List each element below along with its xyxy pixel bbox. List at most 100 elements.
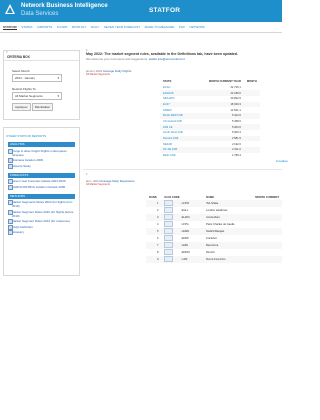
report-link[interactable]: Market Segment Rules 2016 (for flights b… [8, 209, 75, 218]
icao-code[interactable]: LFPM [178, 200, 204, 208]
nav-flows[interactable]: FLOWS [57, 25, 68, 29]
airport-name: Frankfurt [206, 237, 217, 241]
icao-code[interactable]: EDDM [179, 249, 203, 256]
nav-phx[interactable]: PHX [179, 25, 185, 29]
airport-value [252, 235, 282, 242]
report-link[interactable]: Cargo & other freight Flights in Europea… [8, 148, 75, 157]
states-chart-link[interactable]: Average Daily Flights [103, 69, 131, 73]
reset-button[interactable]: Réinitialiser [31, 103, 54, 111]
eurocontrol-logo-icon[interactable] [4, 3, 16, 15]
document-icon [8, 209, 13, 215]
table-row: 8 EDDM Munich [146, 249, 282, 256]
airport-value [252, 228, 282, 236]
document-icon [8, 230, 13, 235]
airport-value [252, 214, 282, 222]
icao-code[interactable]: LIRF [178, 256, 204, 264]
airport-value [252, 221, 282, 228]
airport-value [252, 207, 282, 214]
apply-button[interactable]: Appliquer [12, 103, 31, 111]
collapse-icon[interactable]: ▾ [86, 172, 282, 176]
nav-statfor[interactable]: STATFOR [3, 25, 17, 30]
document-icon [8, 158, 13, 163]
document-icon [8, 148, 13, 154]
nav-seven-year-forecast[interactable]: SEVEN YEAR FORECAST [104, 25, 140, 29]
report-link[interactable]: Market Segments Rules 2023 (for flights … [8, 200, 75, 208]
rank-cell: 1 [146, 200, 162, 208]
document-icon [8, 224, 13, 230]
analysis-section: ANALYSIS Cargo & other freight Flights i… [8, 142, 75, 169]
icao-code[interactable]: LEBL [178, 242, 204, 250]
airport-name: Barcelona [203, 242, 253, 250]
nav-daily[interactable]: DAILY [91, 25, 99, 29]
rank-cell: 2 [156, 209, 159, 213]
brand-title: Network Business Intelligence [21, 3, 108, 9]
states-chart-subtitle: All Market Segments [86, 72, 110, 76]
flag-icon [161, 228, 179, 236]
announcement-subtext: We welcome your comments and suggestions… [86, 56, 185, 61]
section-title: ANALYSIS [8, 142, 75, 147]
table-row: 4 LFPG Paris Charles de Gaulle [146, 221, 282, 228]
airport-value [252, 200, 282, 208]
rank-cell: 8 [156, 251, 159, 255]
icao-code[interactable]: LEMD [178, 228, 204, 236]
icao-code[interactable]: EHAM [178, 214, 204, 222]
airport-name: ISA hitalia [203, 200, 253, 208]
document-icon [8, 184, 13, 190]
report-link[interactable]: FAQs Definition [8, 224, 75, 230]
divider [83, 169, 282, 171]
rank-cell: 6 [156, 237, 159, 241]
report-link[interactable]: Glossary [8, 230, 75, 235]
report-link[interactable]: Market Segment Rules 2013 (for reference… [8, 219, 75, 224]
rank-cell: 7 [146, 242, 162, 250]
methods-section: METHODS Market Segments Rules 2023 (for … [8, 193, 75, 235]
flag-icon [161, 242, 179, 250]
sidebar: ▾ CRITERIA BOX Select Month 2024 - Janua… [3, 50, 80, 276]
month-select[interactable]: 2024 - January ▾ [12, 74, 62, 82]
restrict-label: Restrict Flights To [12, 87, 36, 91]
more-link[interactable]: Actualiser [86, 159, 288, 163]
airports-table: RANK ICAO CODE NAME MONTH CURRENT 1 LFPM I… [146, 194, 282, 264]
nav-made-to-measure[interactable]: MADE-TO-MEASURE [145, 25, 175, 29]
nav-airports[interactable]: AIRPORTS [37, 25, 52, 29]
rank-cell: 4 [156, 223, 159, 227]
icao-code[interactable]: EDDF [179, 235, 203, 242]
airports-chart-subtitle: All Market Segments [86, 183, 110, 187]
criteria-header: ▾ CRITERIA BOX [4, 50, 79, 61]
flag-icon [161, 214, 179, 222]
header-bar: Network Business Intelligence Data Servi… [0, 0, 282, 22]
nav-states[interactable]: STATES [21, 25, 32, 29]
flag-icon [161, 207, 178, 214]
airport-name: Madrid Barajas [203, 228, 253, 236]
airport-value [252, 242, 282, 250]
email-link[interactable]: statfor.info@eurocontrol.int [149, 57, 185, 61]
report-link[interactable]: Seven Year Forecast Update 2023-2029 [8, 179, 75, 184]
flag-icon [161, 249, 178, 256]
report-link[interactable]: EUROCONTROL Aviation Outlook 2050 [8, 184, 75, 190]
brand-subtitle: Data Services [21, 11, 59, 17]
report-link[interactable]: Business Aviation 2009 [8, 158, 75, 163]
document-icon [8, 200, 13, 205]
table-row: 3 EHAM Amsterdam [146, 214, 282, 222]
airport-value [252, 249, 282, 256]
table-row: 2 EGLL London Heathrow [146, 207, 282, 214]
icao-code[interactable]: LFPG [179, 221, 203, 228]
forecasts-section: FORECASTS Seven Year Forecast Update 202… [8, 172, 75, 190]
flag-icon [161, 221, 178, 228]
restrict-select[interactable]: All Market Segments ▾ [12, 92, 62, 100]
top-nav: STATFOR STATES AIRPORTS FLOWS MONTHLY DA… [0, 22, 282, 33]
airport-value [252, 256, 282, 264]
nav-monthly[interactable]: MONTHLY [72, 25, 86, 29]
chevron-down-icon: ▾ [57, 76, 59, 80]
collapse-icon[interactable]: ▾ [6, 50, 8, 54]
state-name[interactable]: Baltic FAB [160, 153, 206, 159]
main-content: ▾ May 2022: The market segment rules, av… [83, 48, 288, 264]
flag-icon [161, 256, 179, 264]
report-link[interactable]: Airports Study [8, 163, 75, 169]
criteria-box: ▾ CRITERIA BOX Select Month 2024 - Janua… [3, 50, 80, 120]
month-value: 2024 - January [15, 76, 36, 80]
document-icon [8, 179, 13, 184]
table-row: 5 LEMD Madrid Barajas [146, 228, 282, 236]
nav-network[interactable]: NETWORK [189, 25, 204, 29]
rank-cell: 3 [146, 214, 162, 222]
icao-code[interactable]: EGLL [179, 207, 203, 214]
